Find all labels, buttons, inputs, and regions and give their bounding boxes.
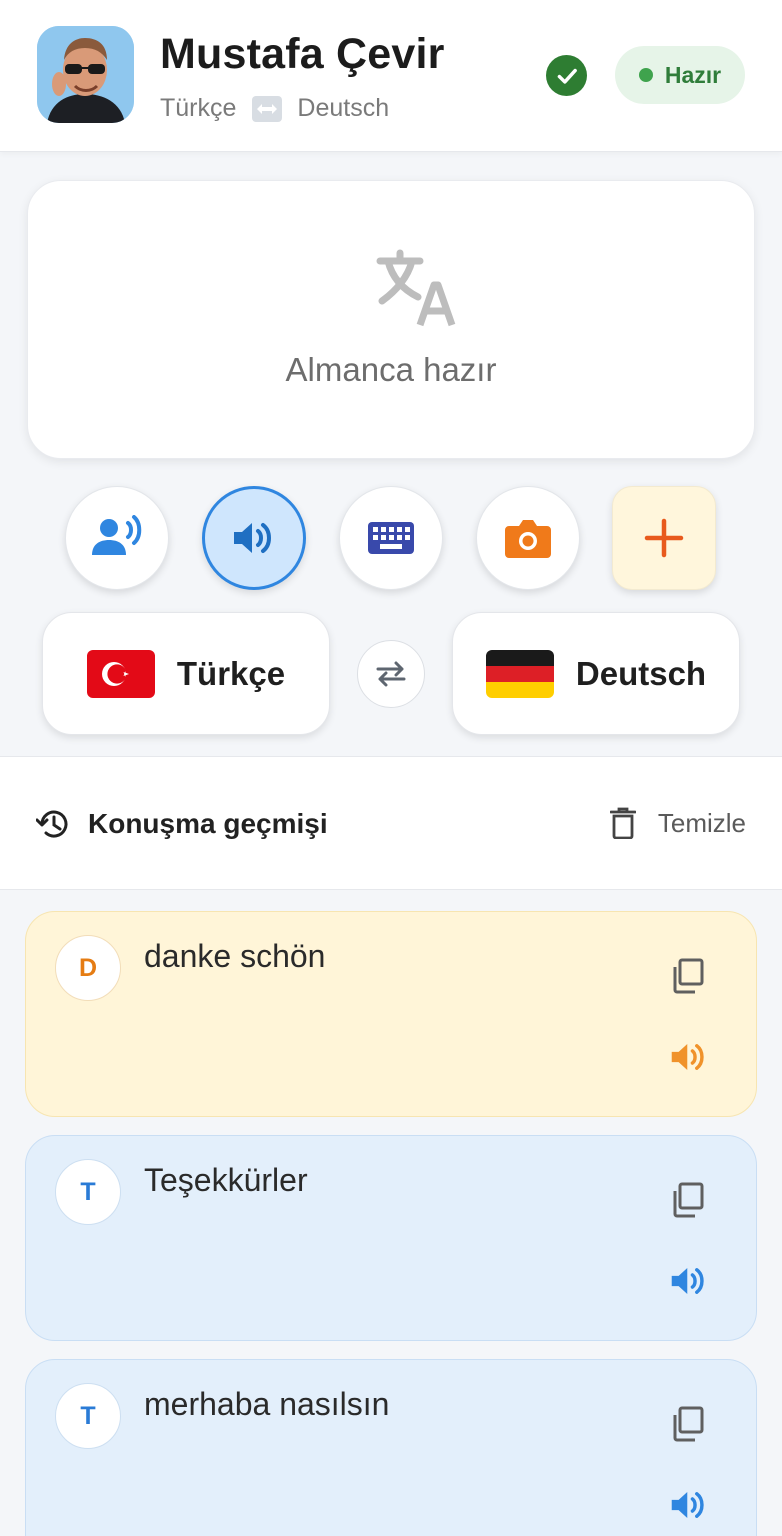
keyboard-button[interactable] [339,486,443,590]
status-text: Hazır [664,61,722,88]
display-status-text: Almanca hazır [285,351,497,388]
germany-flag-icon [485,649,554,698]
volume-icon[interactable] [670,1262,708,1300]
keyboard-icon [368,522,414,554]
bidirectional-arrow-icon [252,95,283,122]
plus-icon [644,518,684,558]
trash-icon [609,807,636,839]
language-pair: Türkçe Deutsch [160,94,389,123]
user-name: Mustafa Çevir [160,30,445,78]
history-title-text: Konuşma geçmişi [88,808,328,839]
avatar-image [37,26,134,123]
message-text: danke schön [144,938,326,974]
swap-languages-button[interactable] [357,640,425,708]
language-badge: T [55,1383,121,1449]
voice-input-button[interactable] [65,486,169,590]
speaker-button[interactable] [202,486,306,590]
clear-history-label: Temizle [657,807,746,838]
target-language-label: Deutsch [575,654,707,692]
copy-icon[interactable] [670,1182,706,1218]
history-title: Konuşma geçmişi [36,807,328,841]
source-language-label: Türkçe [176,654,286,692]
app-header: Mustafa Çevir Türkçe Deutsch Hazır [0,0,782,152]
history-header: Konuşma geçmişi Temizle [0,756,782,890]
source-language: Türkçe [160,94,237,122]
volume-icon[interactable] [670,1486,708,1524]
volume-icon[interactable] [670,1038,708,1076]
swap-icon [376,661,406,687]
language-badge: T [55,1159,121,1225]
camera-button[interactable] [476,486,580,590]
add-button[interactable] [612,486,716,590]
volume-icon [234,523,271,553]
language-badge: D [55,935,121,1001]
target-language-button[interactable]: Deutsch [452,612,740,735]
history-message: T Teşekkürler [25,1135,757,1341]
history-message: D danke schön [25,911,757,1117]
translate-icon [376,249,456,327]
translation-display: Almanca hazır [27,180,755,459]
avatar[interactable] [37,26,134,123]
camera-icon [505,520,551,558]
target-language: Deutsch [297,94,390,122]
source-language-button[interactable]: Türkçe [42,612,330,735]
status-badge: Hazır [615,46,745,104]
copy-icon[interactable] [670,958,706,994]
clear-history-button[interactable]: Temizle [609,807,746,839]
check-circle-icon [546,55,587,96]
turkey-flag-icon [86,649,155,698]
copy-icon[interactable] [670,1406,706,1442]
message-text: Teşekkürler [144,1162,308,1198]
message-text: merhaba nasılsın [144,1386,390,1422]
speaking-person-icon [92,515,142,555]
history-message: T merhaba nasılsın [25,1359,757,1536]
history-icon [36,810,68,838]
status-dot-icon [638,68,653,82]
